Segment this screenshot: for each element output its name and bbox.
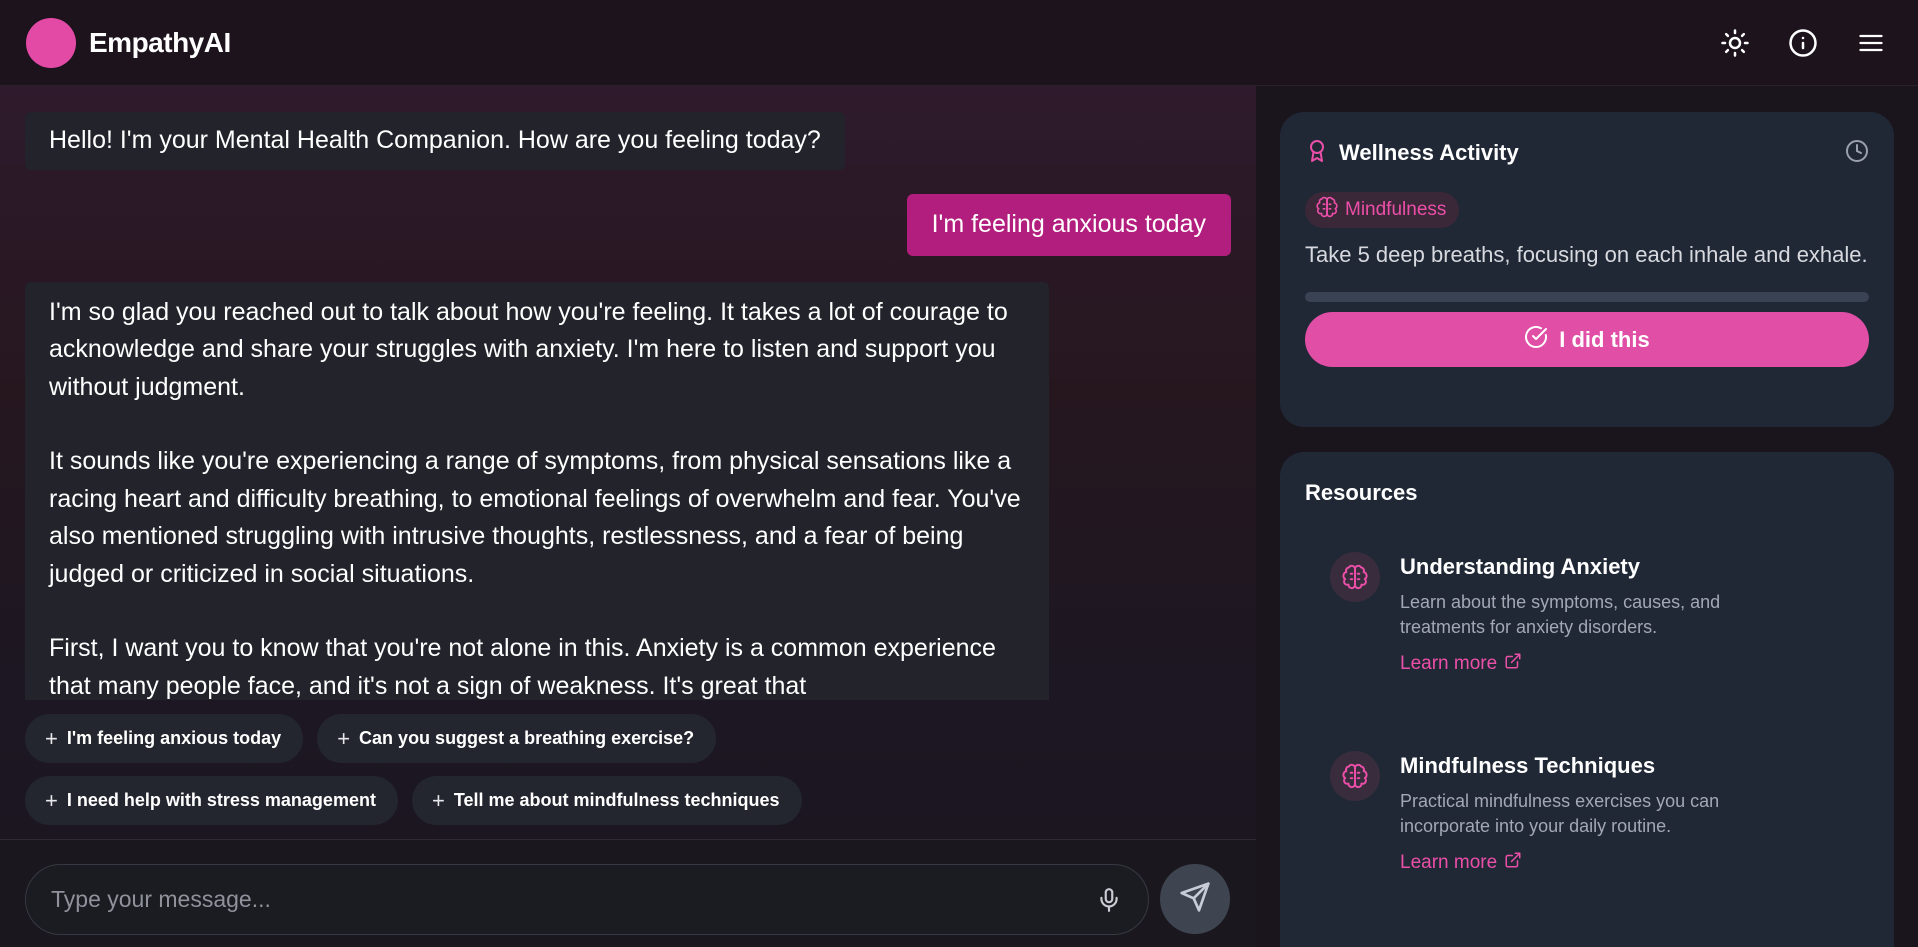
message-input[interactable]: [51, 865, 1071, 934]
suggestion-chip[interactable]: + Can you suggest a breathing exercise?: [317, 714, 717, 763]
menu-icon[interactable]: [1856, 28, 1886, 58]
wellness-title-group: Wellness Activity: [1305, 138, 1519, 169]
suggestion-label: I'm feeling anxious today: [66, 728, 282, 748]
i-did-this-button[interactable]: I did this: [1305, 312, 1869, 367]
learn-more-label: Learn more: [1400, 653, 1498, 674]
suggestion-chip[interactable]: + Tell me about mindfulness techniques: [411, 776, 802, 825]
resource-body: Mindfulness Techniques Practical mindful…: [1400, 751, 1780, 875]
user-message: I'm feeling anxious today: [906, 193, 1231, 256]
send-icon: [1179, 881, 1211, 918]
top-actions: [1720, 28, 1892, 58]
user-message-row: I'm feeling anxious today: [25, 193, 1231, 256]
wellness-card: Wellness Activity Mindfulness Take 5 dee…: [1280, 112, 1894, 427]
resource-description: Practical mindfulness exercises you can …: [1400, 791, 1720, 836]
suggestion-chip[interactable]: + I need help with stress management: [25, 776, 398, 825]
suggestion-label: I need help with stress management: [66, 790, 376, 810]
plus-icon: +: [45, 725, 58, 751]
brain-icon: [1330, 751, 1380, 801]
activity-text: Take 5 deep breaths, focusing on each in…: [1305, 242, 1868, 267]
award-icon: [1305, 138, 1329, 169]
learn-more-link[interactable]: Learn more: [1400, 652, 1522, 676]
sun-icon[interactable]: [1720, 28, 1750, 58]
suggestion-row: + I need help with stress management + T…: [25, 776, 1231, 825]
resource-item: Understanding Anxiety Learn about the sy…: [1330, 552, 1870, 676]
wellness-title: Wellness Activity: [1339, 140, 1519, 165]
app-name: EmpathyAI: [89, 26, 231, 58]
message-input-wrapper: [25, 864, 1149, 935]
learn-more-label: Learn more: [1400, 852, 1498, 873]
suggestion-chip[interactable]: + I'm feeling anxious today: [25, 714, 304, 763]
resources-card: Resources Understanding Anxiety Learn ab…: [1280, 452, 1894, 947]
logo: [26, 17, 76, 68]
clock-icon[interactable]: [1845, 139, 1869, 168]
category-badge: Mindfulness: [1305, 192, 1460, 228]
brain-icon: [1330, 552, 1380, 602]
learn-more-link[interactable]: Learn more: [1400, 851, 1522, 875]
i-did-this-label: I did this: [1559, 326, 1650, 352]
suggestion-label: Tell me about mindfulness techniques: [453, 790, 780, 810]
mic-icon[interactable]: [1096, 886, 1122, 914]
chat-area: Hello! I'm your Mental Health Companion.…: [0, 86, 1256, 947]
plus-icon: +: [431, 787, 445, 813]
bot-message-paragraph: I'm so glad you reached out to talk abou…: [49, 297, 1008, 401]
plus-icon: +: [337, 725, 351, 751]
plus-icon: +: [45, 787, 58, 813]
brand[interactable]: EmpathyAI: [26, 17, 231, 68]
suggestion-row: + I'm feeling anxious today + Can you su…: [25, 714, 1231, 763]
sidebar: Wellness Activity Mindfulness Take 5 dee…: [1256, 86, 1918, 947]
send-button[interactable]: [1160, 864, 1230, 934]
resources-title: Resources: [1305, 480, 1418, 505]
bot-message-paragraph: It sounds like you're experiencing a ran…: [49, 447, 1021, 588]
suggestion-label: Can you suggest a breathing exercise?: [359, 728, 695, 748]
wellness-header: Wellness Activity: [1305, 112, 1869, 192]
bot-message-paragraph: First, I want you to know that you're no…: [49, 634, 996, 700]
message-list[interactable]: Hello! I'm your Mental Health Companion.…: [25, 112, 1231, 700]
resource-item: Mindfulness Techniques Practical mindful…: [1330, 751, 1870, 875]
resource-body: Understanding Anxiety Learn about the sy…: [1400, 552, 1780, 676]
bot-message: I'm so glad you reached out to talk abou…: [25, 281, 1049, 700]
external-link-icon: [1504, 851, 1522, 875]
activity-progress-bar: [1305, 292, 1869, 302]
resource-title: Mindfulness Techniques: [1400, 753, 1656, 778]
info-icon[interactable]: [1788, 28, 1818, 58]
bot-message: Hello! I'm your Mental Health Companion.…: [25, 112, 845, 170]
resource-title: Understanding Anxiety: [1400, 554, 1640, 579]
category-label: Mindfulness: [1345, 199, 1447, 220]
brain-icon: [1316, 196, 1338, 224]
resource-description: Learn about the symptoms, causes, and tr…: [1400, 592, 1721, 637]
suggestion-chips: + I'm feeling anxious today + Can you su…: [25, 714, 1231, 838]
top-bar: EmpathyAI: [0, 0, 1918, 86]
check-circle-icon: [1524, 325, 1548, 355]
external-link-icon: [1504, 652, 1522, 676]
